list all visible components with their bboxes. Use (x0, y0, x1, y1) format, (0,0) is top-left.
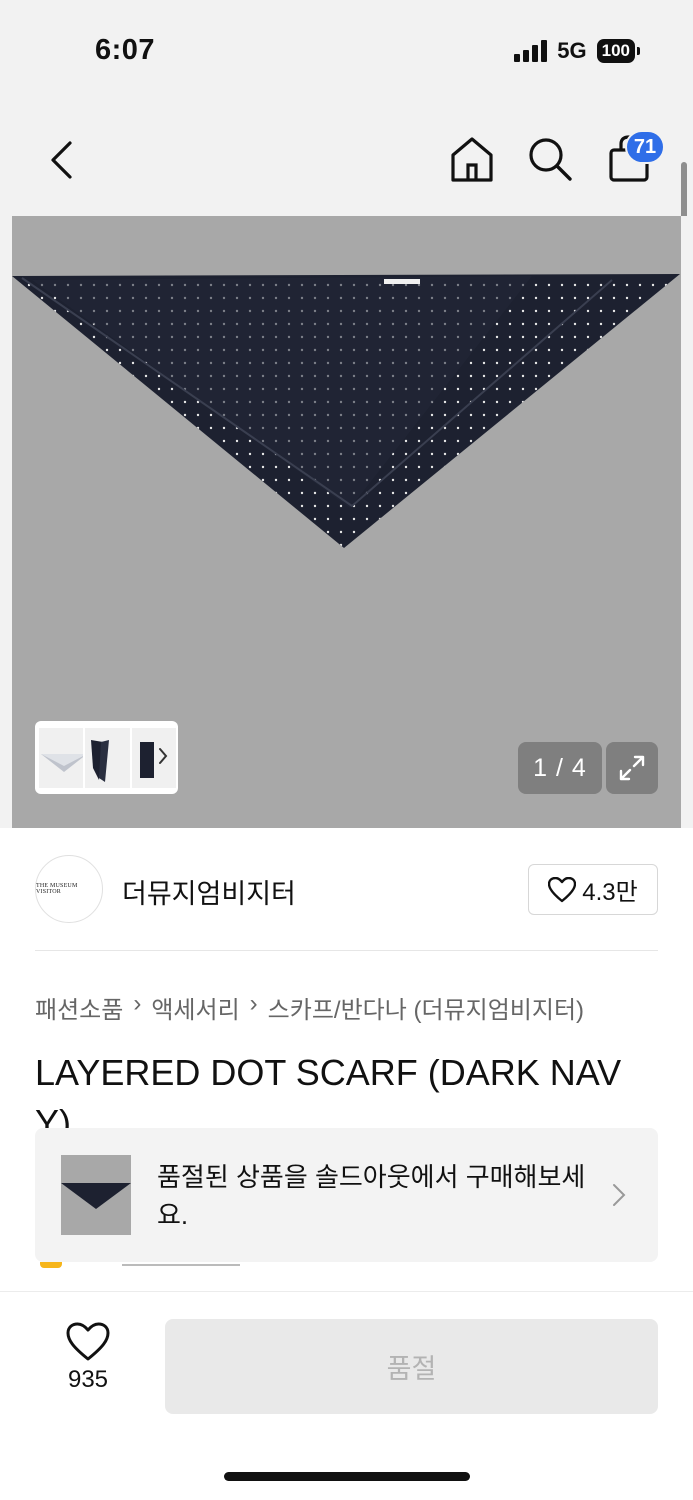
soldout-button[interactable]: 품절 (165, 1319, 658, 1414)
top-area (0, 0, 693, 216)
wishlist-button[interactable]: 935 (52, 1322, 124, 1406)
brand-like-button[interactable]: 4.3만 (528, 864, 658, 915)
status-indicators: 5G 100 (514, 38, 641, 64)
banner-text: 품절된 상품을 솔드아웃에서 구매해보세요. (157, 1162, 586, 1230)
thumbnail-1[interactable] (39, 727, 84, 788)
chevron-left-icon (51, 141, 72, 179)
search-button[interactable] (524, 132, 576, 186)
home-button[interactable] (446, 132, 498, 186)
thumbnail-3[interactable] (131, 727, 176, 788)
wishlist-count: 935 (67, 1366, 109, 1393)
chevron-right-icon[interactable] (158, 747, 168, 765)
signal-icon (514, 40, 548, 62)
soldout-banner[interactable]: 품절된 상품을 솔드아웃에서 구매해보세요. (35, 1128, 658, 1262)
search-icon (529, 138, 572, 181)
breadcrumb-item[interactable]: 패션소품 (35, 990, 123, 1025)
status-time: 6:07 (95, 34, 156, 66)
battery-icon: 100 (596, 39, 641, 63)
brand-like-count: 4.3만 (582, 879, 638, 906)
chevron-right-icon: › (133, 990, 142, 1017)
thumbnail-strip[interactable] (35, 721, 178, 794)
home-indicator (224, 1472, 470, 1481)
breadcrumb-item[interactable]: 액세서리 (151, 990, 239, 1025)
review-link-underline (122, 1264, 240, 1266)
chevron-right-icon (613, 1184, 626, 1206)
star-icon (40, 1262, 62, 1268)
back-button[interactable] (38, 136, 84, 184)
expand-icon (619, 755, 645, 781)
heart-icon (66, 1322, 110, 1361)
cart-count-badge: 71 (625, 130, 665, 164)
banner-thumbnail (61, 1155, 131, 1235)
product-title: LAYERED DOT SCARF (DARK NAVY) (35, 1052, 622, 1128)
home-icon (451, 137, 493, 182)
expand-button[interactable] (606, 742, 658, 794)
heart-icon (548, 876, 577, 902)
network-label: 5G (557, 38, 587, 63)
divider (35, 950, 658, 951)
breadcrumb-item[interactable]: 스카프/반다나 (더뮤지엄비지터) (268, 990, 584, 1025)
brand-name[interactable]: 더뮤지엄비지터 (122, 872, 296, 911)
thumbnail-2[interactable] (85, 727, 130, 788)
hero-edge-right (681, 216, 693, 828)
hero-edge-left (0, 216, 12, 828)
breadcrumb: 패션소품 › 액세서리 › 스카프/반다나 (더뮤지엄비지터) (35, 990, 584, 1025)
brand-logo[interactable]: THE MUSEUM VISITOR (35, 855, 103, 923)
image-counter: 1 / 4 (518, 742, 602, 794)
chevron-right-icon: › (249, 990, 258, 1017)
